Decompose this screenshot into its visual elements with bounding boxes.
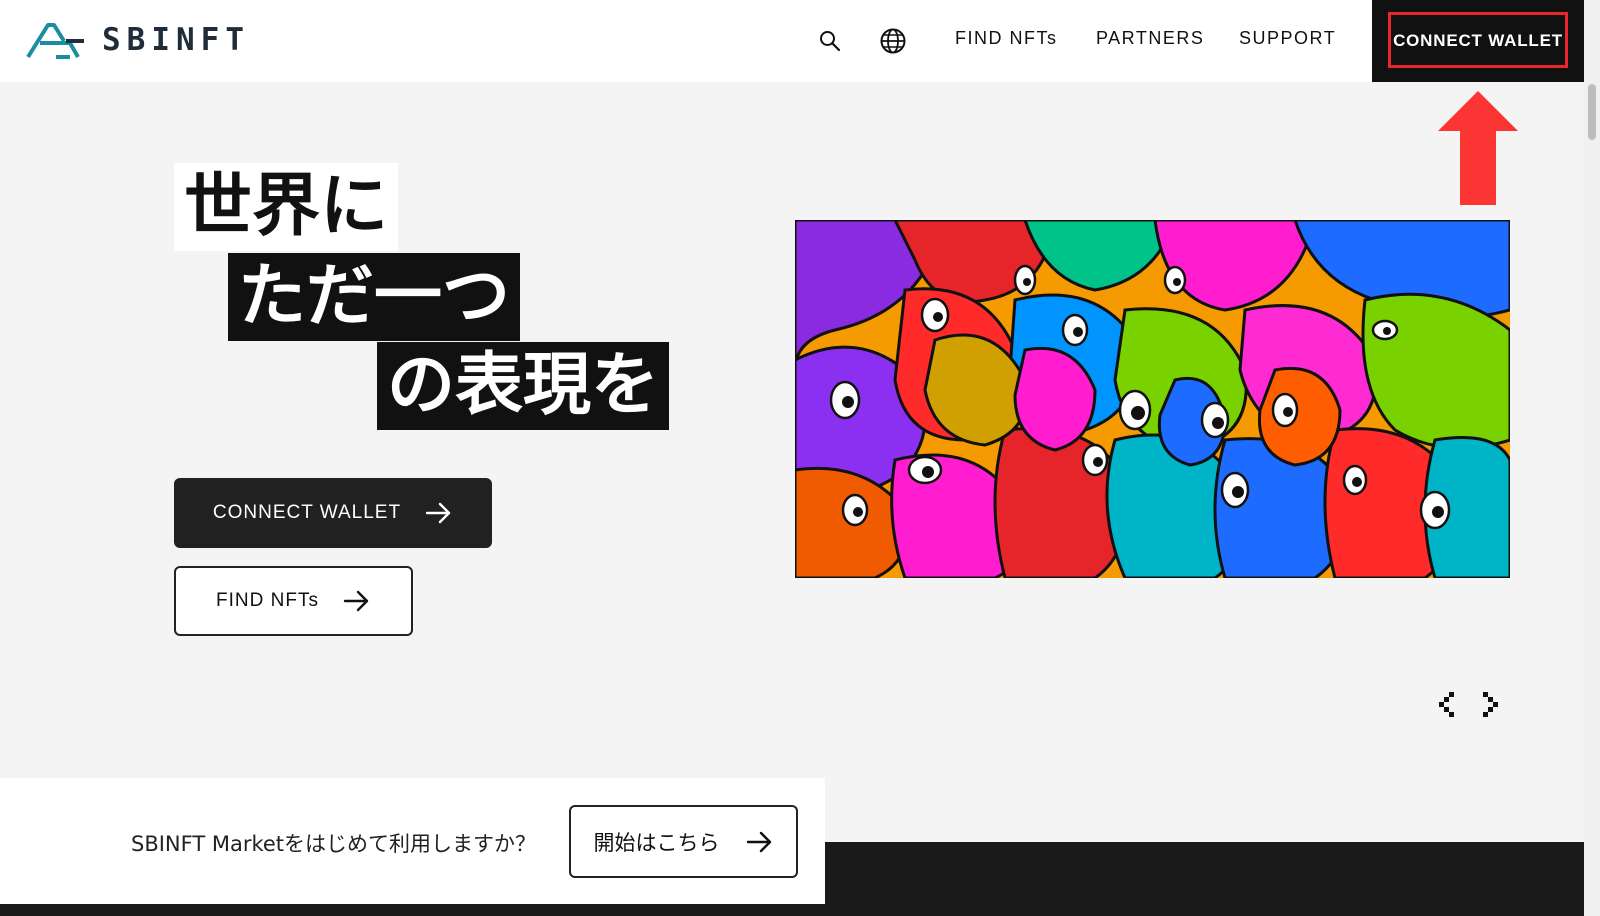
nav-support[interactable]: SUPPORT bbox=[1239, 28, 1336, 49]
featured-nft-artwork[interactable] bbox=[795, 220, 1510, 578]
get-started-label: 開始はこちら bbox=[593, 830, 720, 855]
logo-mark-icon bbox=[26, 23, 84, 59]
hero-connect-wallet-button[interactable]: CONNECT WALLET bbox=[174, 478, 492, 548]
globe-icon bbox=[880, 28, 906, 54]
headline-line-3: の表現を bbox=[377, 342, 670, 430]
nft-artwork-image bbox=[795, 220, 1510, 578]
annotation-arrow-up-icon bbox=[1438, 91, 1518, 205]
onboarding-question: SBINFT Marketをはじめて利用しますか？ bbox=[131, 832, 537, 856]
get-started-button[interactable]: 開始はこちら bbox=[569, 805, 798, 878]
nav-find-nfts[interactable]: FIND NFTs bbox=[955, 28, 1058, 49]
top-header: SBINFT FIND NFTs PARTNERS SUPPORT CONNEC… bbox=[0, 0, 1584, 82]
page-scrollbar[interactable] bbox=[1584, 0, 1600, 916]
headline-line-1: 世界に bbox=[174, 163, 399, 251]
footer-dark-section bbox=[825, 842, 1584, 916]
nav-partners[interactable]: PARTNERS bbox=[1096, 28, 1204, 49]
search-icon bbox=[820, 31, 841, 52]
carousel-next-icon[interactable] bbox=[1478, 690, 1502, 718]
arrow-right-icon bbox=[343, 590, 369, 612]
arrow-right-icon bbox=[425, 502, 451, 524]
arrow-right-icon bbox=[746, 831, 771, 852]
carousel-prev-icon[interactable] bbox=[1437, 690, 1461, 718]
hero-connect-wallet-label: CONNECT WALLET bbox=[212, 502, 402, 523]
hero-find-nfts-label: FIND NFTs bbox=[216, 590, 319, 611]
onboarding-banner: SBINFT Marketをはじめて利用しますか？ 開始はこちら bbox=[0, 778, 825, 904]
sbinft-logo[interactable]: SBINFT bbox=[26, 20, 250, 60]
logo-text: SBINFT bbox=[102, 22, 250, 58]
footer-dark-strip bbox=[0, 904, 825, 916]
language-button[interactable] bbox=[878, 26, 908, 56]
headline-line-2: ただ一つ bbox=[228, 253, 521, 341]
scrollbar-thumb[interactable] bbox=[1588, 84, 1596, 140]
hero-find-nfts-button[interactable]: FIND NFTs bbox=[174, 566, 413, 636]
search-button[interactable] bbox=[815, 26, 845, 56]
annotation-highlight-box bbox=[1388, 12, 1568, 68]
